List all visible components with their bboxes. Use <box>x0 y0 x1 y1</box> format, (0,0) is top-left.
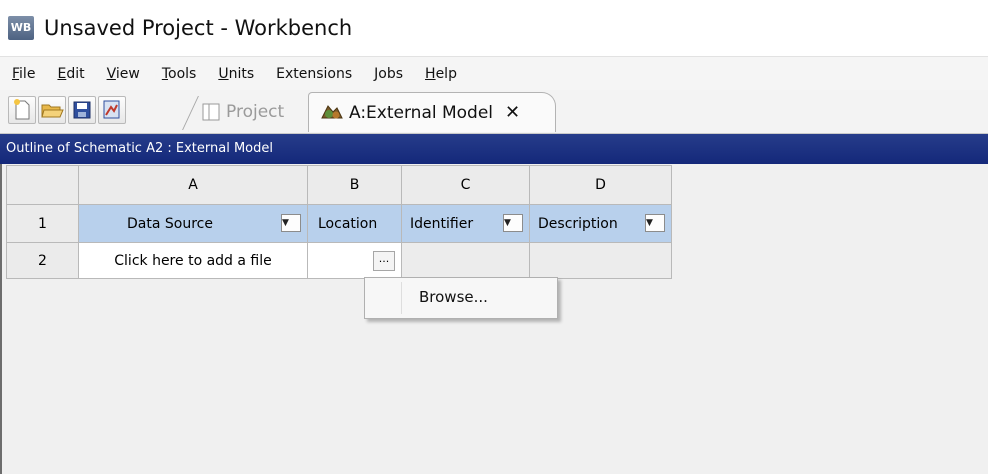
menu-bar: File Edit View Tools Units Extensions Jo… <box>0 56 988 91</box>
menu-edit[interactable]: Edit <box>57 66 84 82</box>
context-menu: Browse... <box>364 277 558 319</box>
location-cell[interactable]: ... <box>307 242 402 279</box>
menu-tools[interactable]: Tools <box>162 66 197 82</box>
tab-external-model-label: A:External Model <box>349 102 494 123</box>
add-file-cell[interactable]: Click here to add a file <box>78 242 308 279</box>
window-title: Unsaved Project - Workbench <box>44 16 353 40</box>
workbench-logo-icon: WB <box>8 16 34 40</box>
context-menu-browse[interactable]: Browse... <box>419 288 488 306</box>
external-model-icon <box>321 104 343 118</box>
menu-help[interactable]: Help <box>425 66 457 82</box>
context-menu-icon-gutter <box>401 282 402 314</box>
outline-header: Outline of Schematic A2 : External Model <box>0 134 988 164</box>
save-as-button[interactable] <box>98 96 126 124</box>
save-icon <box>73 101 91 119</box>
new-icon <box>14 99 30 120</box>
tab-separator <box>182 96 200 128</box>
identifier-cell <box>401 242 530 279</box>
header-cell-data-source[interactable]: Data Source ▼ <box>78 204 308 243</box>
column-header-d[interactable]: D <box>529 165 672 205</box>
menu-view[interactable]: View <box>107 66 140 82</box>
save-project-button[interactable] <box>68 96 96 124</box>
open-project-button[interactable] <box>38 96 66 124</box>
project-schematic-icon <box>202 103 220 121</box>
column-header-b[interactable]: B <box>307 165 402 205</box>
outline-table: A B C D 1 Data Source ▼ Location Identif… <box>6 165 672 279</box>
menu-file[interactable]: File <box>12 66 35 82</box>
new-project-button[interactable] <box>8 96 36 124</box>
filter-dropdown-icon[interactable]: ▼ <box>645 214 665 232</box>
row-number: 1 <box>6 204 79 243</box>
row-number: 2 <box>6 242 79 279</box>
tab-external-model[interactable]: A:External Model ✕ <box>308 92 556 132</box>
filter-dropdown-icon[interactable]: ▼ <box>281 214 301 232</box>
save-as-icon <box>103 100 120 119</box>
table-row: 1 Data Source ▼ Location Identifier ▼ De… <box>6 204 672 243</box>
filter-dropdown-icon[interactable]: ▼ <box>503 214 523 232</box>
column-header-a[interactable]: A <box>78 165 308 205</box>
header-cell-identifier[interactable]: Identifier ▼ <box>401 204 530 243</box>
description-cell <box>529 242 672 279</box>
header-cell-location[interactable]: Location <box>307 204 402 243</box>
menu-extensions[interactable]: Extensions <box>276 66 352 82</box>
toolbar: Project A:External Model ✕ <box>0 90 988 134</box>
corner-cell <box>6 165 79 205</box>
close-icon[interactable]: ✕ <box>505 102 520 123</box>
table-row: 2 Click here to add a file ... <box>6 242 672 279</box>
menu-units[interactable]: Units <box>218 66 254 82</box>
title-bar: WB Unsaved Project - Workbench <box>0 0 988 56</box>
browse-ellipsis-button[interactable]: ... <box>373 251 395 271</box>
column-header-c[interactable]: C <box>401 165 530 205</box>
pane-left-border <box>0 164 2 474</box>
header-cell-description[interactable]: Description ▼ <box>529 204 672 243</box>
tab-project[interactable]: Project <box>182 96 302 128</box>
tab-project-label: Project <box>226 102 285 122</box>
open-icon <box>41 104 64 118</box>
column-letter-row: A B C D <box>6 165 672 205</box>
menu-jobs[interactable]: Jobs <box>374 66 403 82</box>
